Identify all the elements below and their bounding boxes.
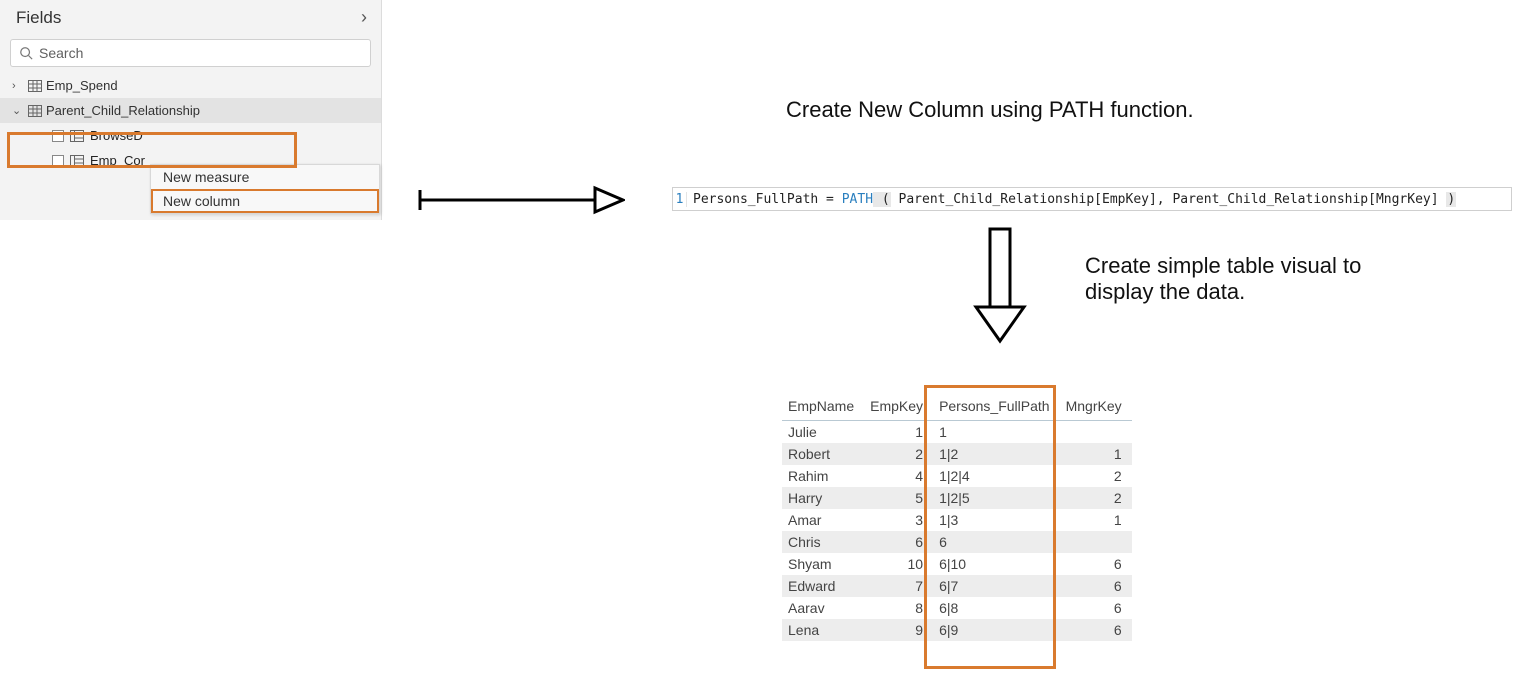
hierarchy-icon <box>70 130 84 142</box>
table-body: Julie11 Robert21|21 Rahim41|2|42 Harry51… <box>782 421 1132 642</box>
table-row[interactable]: Robert21|21 <box>782 443 1132 465</box>
col-mngrkey[interactable]: MngrKey <box>1060 394 1132 421</box>
field-label: BrowseD <box>90 128 143 143</box>
table-icon <box>28 80 42 92</box>
col-empname[interactable]: EmpName <box>782 394 864 421</box>
table-row[interactable]: Amar31|31 <box>782 509 1132 531</box>
search-placeholder: Search <box>39 45 83 61</box>
table-row[interactable]: Rahim41|2|42 <box>782 465 1132 487</box>
table-emp-spend[interactable]: › Emp_Spend <box>0 73 381 98</box>
search-input[interactable]: Search <box>10 39 371 67</box>
menu-new-column[interactable]: New column <box>151 189 379 213</box>
hierarchy-icon <box>70 155 84 167</box>
annotation-create-visual: Create simple table visual to display th… <box>1085 253 1361 305</box>
table-row[interactable]: Julie11 <box>782 421 1132 444</box>
table-row[interactable]: Aarav86|86 <box>782 597 1132 619</box>
arrow-right-icon <box>415 180 625 220</box>
col-empkey[interactable]: EmpKey <box>864 394 933 421</box>
table-row[interactable]: Chris66 <box>782 531 1132 553</box>
search-icon <box>19 46 33 60</box>
table-row[interactable]: Harry51|2|52 <box>782 487 1132 509</box>
table-row[interactable]: Shyam106|106 <box>782 553 1132 575</box>
fields-title: Fields <box>16 8 61 28</box>
formula-code: Persons_FullPath = PATH ( Parent_Child_R… <box>687 192 1456 207</box>
arrow-down-icon <box>972 225 1028 345</box>
formula-bar[interactable]: 1 Persons_FullPath = PATH ( Parent_Child… <box>672 187 1512 211</box>
fields-header: Fields › <box>0 0 381 35</box>
table-row[interactable]: Edward76|76 <box>782 575 1132 597</box>
close-paren: ) <box>1446 192 1456 207</box>
fields-tree: › Emp_Spend ⌄ Parent_Child_Relationship … <box>0 73 381 173</box>
table-parent-child[interactable]: ⌄ Parent_Child_Relationship <box>0 98 381 123</box>
table-label: Emp_Spend <box>46 78 118 93</box>
field-browsed[interactable]: BrowseD <box>0 123 381 148</box>
table-row[interactable]: Lena96|96 <box>782 619 1132 641</box>
chevron-right-icon[interactable]: › <box>361 7 367 28</box>
menu-new-measure[interactable]: New measure <box>151 165 379 189</box>
table-visual[interactable]: EmpName EmpKey Persons_FullPath MngrKey … <box>782 394 1132 641</box>
line-number: 1 <box>673 192 687 207</box>
table-header-row: EmpName EmpKey Persons_FullPath MngrKey <box>782 394 1132 421</box>
checkbox-icon[interactable] <box>52 155 64 167</box>
checkbox-icon[interactable] <box>52 130 64 142</box>
col-fullpath[interactable]: Persons_FullPath <box>933 394 1060 421</box>
chevron-right-icon: › <box>12 80 24 92</box>
measure-name: Persons_FullPath <box>693 192 818 207</box>
table-icon <box>28 105 42 117</box>
dax-function: PATH <box>842 192 873 207</box>
open-paren: ( <box>873 192 891 207</box>
field-label: Emp_Cor <box>90 153 145 168</box>
table-label: Parent_Child_Relationship <box>46 103 200 118</box>
annotation-create-column: Create New Column using PATH function. <box>786 97 1194 123</box>
chevron-down-icon: ⌄ <box>12 104 24 117</box>
context-menu: New measure New column <box>150 164 380 214</box>
